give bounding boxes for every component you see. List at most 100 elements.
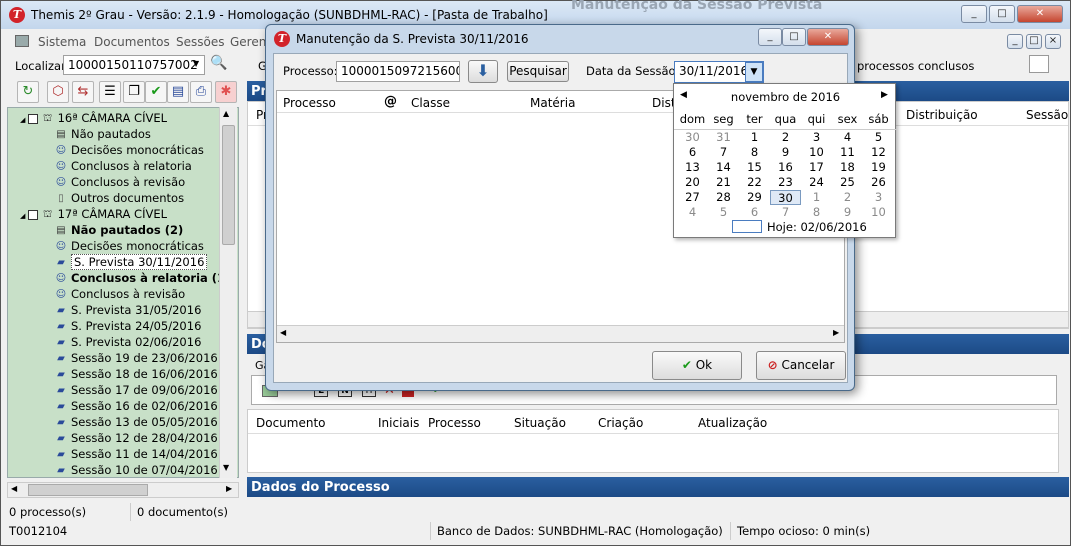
dialog-hscrollbar[interactable]: ◀ ▶: [277, 325, 844, 342]
chevron-down-icon[interactable]: ▼: [193, 59, 199, 68]
app-logo-icon[interactable]: T: [9, 7, 25, 23]
calendar-day[interactable]: 8: [739, 145, 770, 160]
calendar-day[interactable]: 5: [708, 205, 739, 220]
dcol-classe[interactable]: Classe: [411, 96, 450, 110]
calendar-day[interactable]: 15: [739, 160, 770, 175]
calendar-day[interactable]: 19: [863, 160, 894, 175]
calendar-day[interactable]: 6: [739, 205, 770, 220]
calendar-day[interactable]: 4: [832, 130, 863, 145]
dlg-scroll-left-icon[interactable]: ◀: [280, 328, 286, 337]
dcol-materia[interactable]: Matéria: [530, 96, 575, 110]
calendar-day[interactable]: 17: [801, 160, 832, 175]
calendar-day[interactable]: 12: [863, 145, 894, 160]
col-processo-doc[interactable]: Processo: [428, 416, 481, 430]
mdi-doc-icon[interactable]: [15, 35, 29, 47]
col-iniciais[interactable]: Iniciais: [378, 416, 419, 430]
calendar-day[interactable]: 8: [801, 205, 832, 220]
calendar-day[interactable]: 31: [708, 130, 739, 145]
calendar-day[interactable]: 25: [832, 175, 863, 190]
tree-item[interactable]: ▰ S. Prevista 31/05/2016: [54, 302, 201, 318]
export-icon[interactable]: ⬡: [47, 81, 69, 103]
dialog-maximize-button[interactable]: □: [782, 28, 806, 46]
calendar-day-selected[interactable]: 30: [770, 190, 801, 205]
calendar-day[interactable]: 29: [739, 190, 770, 205]
locate-input[interactable]: 10000150110757002: [63, 55, 205, 75]
tree-item[interactable]: ▰ S. Prevista 24/05/2016: [54, 318, 201, 334]
tree-item[interactable]: ☺ Conclusos à revisão: [54, 174, 185, 190]
tree-item[interactable]: ▰ Sessão 19 de 23/06/2016: [54, 350, 218, 366]
scroll-left-icon[interactable]: ◀: [11, 484, 17, 493]
calendar-day[interactable]: 24: [801, 175, 832, 190]
menu-sessoes[interactable]: Sessões: [176, 35, 224, 49]
expand-icon[interactable]: ◢: [20, 116, 28, 124]
next-month-icon[interactable]: ▶: [881, 90, 888, 100]
tree-item[interactable]: ▰ Sessão 11 de 14/04/2016: [54, 446, 218, 462]
dlg-scroll-right-icon[interactable]: ▶: [833, 328, 839, 337]
today-marker-icon[interactable]: [732, 220, 762, 233]
processo-input[interactable]: 10000150972156002: [336, 61, 460, 82]
calendar-day[interactable]: 14: [708, 160, 739, 175]
tree-item[interactable]: ▰ S. Prevista 30/11/2016: [54, 254, 208, 270]
tree-scroll-thumb[interactable]: [222, 125, 235, 245]
stack-icon[interactable]: ☰: [99, 81, 121, 103]
printer-icon[interactable]: ⎙: [190, 81, 212, 103]
tree-item[interactable]: ▯ Outros documentos: [54, 190, 184, 206]
tree-scrollbar[interactable]: ▲ ▼: [219, 107, 237, 478]
check-icon[interactable]: ✔: [145, 81, 167, 103]
tree-group[interactable]: ◢ ⛫ 17ª CÂMARA CÍVEL: [20, 206, 167, 222]
calendar-day[interactable]: 7: [708, 145, 739, 160]
tree-item[interactable]: ▤ Não pautados (2): [54, 222, 183, 238]
tree-group[interactable]: ◢ ⛫ 16ª CÂMARA CÍVEL: [20, 110, 167, 126]
tree-item[interactable]: ▰ Sessão 10 de 07/04/2016: [54, 462, 218, 477]
date-dropdown-icon[interactable]: ▼: [745, 62, 763, 82]
tree-view[interactable]: ◢ ⛫ 16ª CÂMARA CÍVEL ▤ Não pautados ☺ Decisõe…: [7, 107, 239, 478]
maximize-button[interactable]: □: [989, 5, 1015, 23]
tree-item[interactable]: ▰ Sessão 13 de 05/05/2016: [54, 414, 218, 430]
scroll-right-icon[interactable]: ▶: [226, 484, 232, 493]
import-icon[interactable]: ⇆: [72, 81, 94, 103]
arrow-down-icon[interactable]: ⬇: [468, 60, 498, 83]
settings-icon[interactable]: ✱: [215, 81, 237, 103]
today-label[interactable]: Hoje: 02/06/2016: [767, 220, 867, 234]
menu-sistema[interactable]: Sistema: [38, 35, 86, 49]
tree-item[interactable]: ▰ Sessão 18 de 16/06/2016: [54, 366, 218, 382]
calendar-day[interactable]: 7: [770, 205, 801, 220]
calendar-day[interactable]: 21: [708, 175, 739, 190]
calendar-day[interactable]: 30: [677, 130, 708, 145]
calendar-day[interactable]: 5: [863, 130, 894, 145]
expand-icon[interactable]: ◢: [20, 212, 28, 220]
calendar-day[interactable]: 2: [832, 190, 863, 205]
mdi-minimize-button[interactable]: _: [1007, 34, 1023, 49]
filter-conclusos-text[interactable]: processos conclusos: [857, 59, 974, 73]
search-person-icon[interactable]: 🔍: [209, 55, 229, 75]
calendar-day[interactable]: 27: [677, 190, 708, 205]
calendar-day[interactable]: 11: [832, 145, 863, 160]
calendar-month-label[interactable]: novembro de 2016: [674, 90, 897, 104]
scroll-down-icon[interactable]: ▼: [223, 463, 229, 472]
dialog-close-button[interactable]: ✕: [807, 28, 849, 46]
tree-hscroll-thumb[interactable]: [28, 484, 148, 496]
tree-item[interactable]: ☺ Conclusos à relatoria (1): [54, 270, 231, 286]
tree-checkbox[interactable]: [27, 113, 38, 124]
calendar-day[interactable]: 6: [677, 145, 708, 160]
scroll-up-icon[interactable]: ▲: [223, 109, 229, 118]
calendar-day[interactable]: 20: [677, 175, 708, 190]
calendar-day[interactable]: 9: [770, 145, 801, 160]
at-icon[interactable]: @: [384, 94, 397, 109]
mdi-restore-button[interactable]: □: [1026, 34, 1042, 49]
col-atualizacao[interactable]: Atualização: [698, 416, 767, 430]
clipboard-icon[interactable]: ▤: [167, 81, 189, 103]
mdi-close-button[interactable]: ×: [1045, 34, 1061, 49]
dialog-minimize-button[interactable]: _: [758, 28, 782, 46]
col-documento[interactable]: Documento: [256, 416, 326, 430]
tree-item[interactable]: ▤ Não pautados: [54, 126, 151, 142]
dcol-processo[interactable]: Processo: [283, 96, 336, 110]
calendar-day[interactable]: 26: [863, 175, 894, 190]
calendar-day[interactable]: 13: [677, 160, 708, 175]
tree-checkbox[interactable]: [27, 209, 38, 220]
close-button[interactable]: ✕: [1017, 5, 1063, 23]
documents-grid[interactable]: Documento Iniciais Processo Situação Cri…: [247, 409, 1059, 473]
tree-item[interactable]: ☺ Conclusos à relatoria: [54, 158, 192, 174]
calendar-day[interactable]: 22: [739, 175, 770, 190]
calendar-day[interactable]: 1: [801, 190, 832, 205]
